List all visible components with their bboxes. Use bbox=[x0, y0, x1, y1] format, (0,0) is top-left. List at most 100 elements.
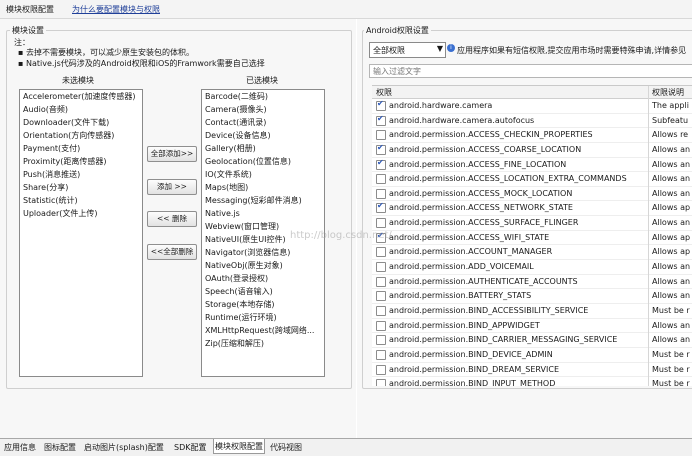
column-header-permission[interactable]: 权限 bbox=[376, 87, 392, 98]
permission-name: android.permission.BIND_INPUT_METHOD bbox=[389, 379, 556, 386]
permission-name: android.permission.BIND_ACCESSIBILITY_SE… bbox=[389, 305, 589, 315]
permission-rows: android.hardware.cameraThe appliandroid.… bbox=[372, 99, 692, 386]
permission-description: The appli bbox=[652, 101, 689, 110]
list-item[interactable]: Storage(本地存储) bbox=[202, 298, 324, 311]
permission-description: Must be r bbox=[652, 305, 690, 315]
permission-name: android.hardware.camera bbox=[389, 101, 493, 110]
list-item[interactable]: Navigator(浏览器信息) bbox=[202, 246, 324, 259]
add-all-button[interactable]: 全部添加>> bbox=[147, 146, 197, 162]
list-item[interactable]: Zip(压缩和解压) bbox=[202, 337, 324, 350]
permission-checkbox[interactable] bbox=[376, 114, 386, 126]
permission-checkbox[interactable] bbox=[376, 276, 386, 287]
table-row[interactable]: android.permission.ACCESS_COARSE_LOCATIO… bbox=[372, 143, 692, 158]
list-item[interactable]: Contact(通讯录) bbox=[202, 116, 324, 129]
list-item[interactable]: NativeObj(原生对象) bbox=[202, 259, 324, 272]
list-item[interactable]: Audio(音频) bbox=[20, 103, 142, 116]
permission-checkbox[interactable] bbox=[376, 174, 386, 185]
permission-checkbox[interactable] bbox=[376, 158, 386, 170]
list-item[interactable]: Downloader(文件下载) bbox=[20, 116, 142, 129]
note-bullet-2: ▪ Native.js代码涉及的Android权限和iOS的Framwork需要… bbox=[18, 59, 265, 68]
bottom-tab[interactable]: 模块权限配置 bbox=[213, 439, 265, 454]
list-item[interactable]: Orientation(方向传感器) bbox=[20, 129, 142, 142]
permission-checkbox[interactable] bbox=[376, 335, 386, 346]
permission-checkbox[interactable] bbox=[376, 201, 386, 214]
list-item[interactable]: XMLHttpRequest(跨域网络... bbox=[202, 324, 324, 337]
list-item[interactable]: Speech(语音输入) bbox=[202, 285, 324, 298]
table-row[interactable]: android.permission.ACCESS_SURFACE_FLINGE… bbox=[372, 216, 692, 231]
why-configure-link[interactable]: 为什么要配置模块与权限 bbox=[72, 4, 160, 15]
table-row[interactable]: android.permission.BATTERY_STATS Allows a… bbox=[372, 289, 692, 304]
permission-name: android.permission.ACCESS_WIFI_STATE bbox=[389, 232, 550, 242]
bottom-tab[interactable]: 代码视图 bbox=[269, 442, 303, 453]
permission-checkbox[interactable] bbox=[376, 320, 386, 331]
list-item[interactable]: Gallery(相册) bbox=[202, 142, 324, 155]
permission-description: Must be r bbox=[652, 379, 690, 386]
permission-checkbox[interactable] bbox=[376, 364, 386, 375]
permission-checkbox[interactable] bbox=[376, 188, 386, 199]
table-row[interactable]: android.permission.ACCESS_FINE_LOCATION A… bbox=[372, 158, 692, 173]
permission-filter-select[interactable]: 全部权限 ▼ bbox=[369, 42, 446, 58]
table-row[interactable]: android.permission.ADD_VOICEMAIL Allows a… bbox=[372, 260, 692, 275]
table-row[interactable]: android.permission.ACCESS_NETWORK_STATE A… bbox=[372, 201, 692, 217]
permission-checkbox[interactable] bbox=[376, 349, 386, 360]
table-row[interactable]: android.permission.ACCESS_LOCATION_EXTRA… bbox=[372, 172, 692, 187]
permission-checkbox[interactable] bbox=[376, 379, 386, 386]
bottom-tab[interactable]: 图标配置 bbox=[43, 442, 77, 453]
list-item[interactable]: Proximity(距离传感器) bbox=[20, 155, 142, 168]
permission-checkbox[interactable] bbox=[376, 291, 386, 302]
column-header-description[interactable]: 权限说明 bbox=[652, 87, 684, 98]
list-item[interactable]: Uploader(文件上传) bbox=[20, 207, 142, 220]
list-item[interactable]: Accelerometer(加速度传感器) bbox=[20, 90, 142, 103]
permission-name: android.permission.BIND_APPWIDGET bbox=[389, 320, 540, 330]
table-row[interactable]: android.permission.ACCOUNT_MANAGER Allows… bbox=[372, 245, 692, 261]
add-button[interactable]: 添加 >> bbox=[147, 179, 197, 195]
list-item[interactable]: Share(分享) bbox=[20, 181, 142, 194]
permission-name: android.permission.BIND_DREAM_SERVICE bbox=[389, 364, 559, 374]
table-row[interactable]: android.permission.ACCESS_CHECKIN_PROPER… bbox=[372, 128, 692, 143]
table-row[interactable]: android.permission.BIND_CARRIER_MESSAGIN… bbox=[372, 333, 692, 348]
tab-module-permission[interactable]: 模块权限配置 bbox=[6, 4, 54, 15]
permission-name: android.hardware.camera.autofocus bbox=[389, 115, 535, 125]
permission-checkbox[interactable] bbox=[376, 247, 386, 258]
list-item[interactable]: Push(消息推送) bbox=[20, 168, 142, 181]
list-item[interactable]: OAuth(登录授权) bbox=[202, 272, 324, 285]
list-item[interactable]: Maps(地图) bbox=[202, 181, 324, 194]
module-settings-title: 模块设置 bbox=[10, 25, 46, 36]
permission-checkbox[interactable] bbox=[376, 99, 386, 111]
table-row[interactable]: android.permission.BIND_ACCESSIBILITY_SE… bbox=[372, 304, 692, 319]
table-row[interactable]: android.permission.ACCESS_MOCK_LOCATION A… bbox=[372, 187, 692, 202]
remove-button[interactable]: << 删除 bbox=[147, 211, 197, 227]
permission-description: Allows ap bbox=[652, 203, 691, 213]
table-row[interactable]: android.permission.ACCESS_WIFI_STATE Allo… bbox=[372, 231, 692, 246]
permission-name: android.permission.AUTHENTICATE_ACCOUNTS bbox=[389, 276, 578, 286]
permission-checkbox[interactable] bbox=[376, 130, 386, 141]
list-item[interactable]: Native.js bbox=[202, 207, 324, 220]
table-row[interactable]: android.permission.BIND_DREAM_SERVICE Mus… bbox=[372, 363, 692, 378]
table-row[interactable]: android.permission.AUTHENTICATE_ACCOUNTS… bbox=[372, 275, 692, 290]
remove-all-button[interactable]: <<全部删除 bbox=[147, 244, 197, 260]
list-item[interactable]: Messaging(短彩邮件消息) bbox=[202, 194, 324, 207]
available-modules-list[interactable]: Accelerometer(加速度传感器) Audio(音频) Downloader… bbox=[19, 89, 143, 377]
permission-description: Allows an bbox=[652, 144, 691, 154]
permission-checkbox[interactable] bbox=[376, 218, 386, 229]
list-item[interactable]: Statistic(统计) bbox=[20, 194, 142, 207]
list-item[interactable]: IO(文件系统) bbox=[202, 168, 324, 181]
list-item[interactable]: Payment(支付) bbox=[20, 142, 142, 155]
table-row[interactable]: android.hardware.camera The appli bbox=[372, 99, 692, 114]
permission-checkbox[interactable] bbox=[376, 143, 386, 155]
permission-checkbox[interactable] bbox=[376, 305, 386, 316]
table-row[interactable]: android.hardware.camera.autofocus Subfeat… bbox=[372, 114, 692, 129]
list-item[interactable]: Runtime(运行环境) bbox=[202, 311, 324, 324]
table-row[interactable]: android.permission.BIND_APPWIDGET Allows … bbox=[372, 319, 692, 334]
list-item[interactable]: Barcode(二维码) bbox=[202, 90, 324, 103]
list-item[interactable]: Device(设备信息) bbox=[202, 129, 324, 142]
table-row[interactable]: android.permission.BIND_DEVICE_ADMIN Must… bbox=[372, 348, 692, 363]
bottom-tab[interactable]: 启动图片(splash)配置 bbox=[83, 442, 165, 453]
list-item[interactable]: Camera(摄像头) bbox=[202, 103, 324, 116]
bottom-tab[interactable]: SDK配置 bbox=[173, 442, 207, 453]
table-row[interactable]: android.permission.BIND_INPUT_METHOD Must… bbox=[372, 377, 692, 386]
list-item[interactable]: Geolocation(位置信息) bbox=[202, 155, 324, 168]
permission-search-input[interactable] bbox=[369, 64, 692, 78]
permission-checkbox[interactable] bbox=[376, 262, 386, 273]
bottom-tab[interactable]: 应用信息 bbox=[3, 442, 37, 453]
